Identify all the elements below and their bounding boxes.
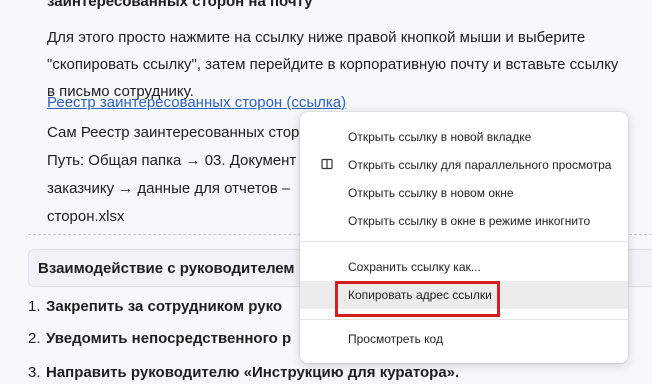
stakeholder-register-link[interactable]: Реестр заинтересованных сторон (ссылка) bbox=[47, 94, 346, 111]
text-line: Сам Реестр заинтересованных стор bbox=[47, 124, 300, 141]
list-item: 3. Направить руководителю «Инструкцию для… bbox=[28, 364, 459, 381]
section-title: Взаимодействие с руководителем bbox=[38, 260, 295, 277]
menu-item-label: Просмотреть код bbox=[348, 332, 443, 346]
menu-item-inspect[interactable]: Просмотреть код bbox=[300, 325, 628, 353]
split-view-icon bbox=[321, 158, 333, 170]
menu-item-label: Открыть ссылку для параллельного просмот… bbox=[348, 158, 612, 172]
paragraph-line: "скопировать ссылку", затем перейдите в … bbox=[47, 56, 619, 73]
menu-item-open-new-window[interactable]: Открыть ссылку в новом окне bbox=[300, 179, 628, 207]
menu-item-label: Сохранить ссылку как... bbox=[348, 260, 481, 274]
list-text: Закрепить за сотрудником руко bbox=[46, 298, 283, 315]
menu-item-open-incognito[interactable]: Открыть ссылку в окне в режиме инкогнито bbox=[300, 207, 628, 235]
list-item: 1. Закрепить за сотрудником руко bbox=[28, 298, 282, 315]
text-line: заказчику → данные для отчетов – bbox=[47, 180, 291, 197]
menu-item-save-link-as[interactable]: Сохранить ссылку как... bbox=[300, 253, 628, 281]
section-heading: заинтересованных сторон на почту bbox=[47, 0, 313, 10]
text-line: Путь: Общая папка → 03. Документ bbox=[47, 152, 297, 169]
list-number: 1. bbox=[28, 298, 41, 315]
link-context-menu: Открыть ссылку в новой вкладке Открыть с… bbox=[300, 112, 628, 363]
list-number: 2. bbox=[28, 330, 41, 347]
menu-item-label: Открыть ссылку в новом окне bbox=[348, 186, 514, 200]
list-number: 3. bbox=[28, 364, 41, 381]
menu-separator bbox=[300, 319, 628, 320]
text-line: сторон.xlsx bbox=[47, 208, 125, 225]
menu-item-open-new-tab[interactable]: Открыть ссылку в новой вкладке bbox=[300, 123, 628, 151]
menu-item-label: Открыть ссылку в новой вкладке bbox=[348, 130, 532, 144]
menu-item-open-split-view[interactable]: Открыть ссылку для параллельного просмот… bbox=[300, 151, 628, 179]
list-text: Направить руководителю «Инструкцию для к… bbox=[46, 364, 460, 381]
highlight-annotation-box bbox=[335, 281, 500, 317]
register-path-text: Сам Реестр заинтересованных стор Путь: О… bbox=[47, 119, 299, 231]
instruction-paragraph: Для этого просто нажмите на ссылку ниже … bbox=[47, 24, 647, 105]
menu-separator bbox=[300, 241, 628, 242]
list-text: Уведомить непосредственного р bbox=[46, 330, 292, 347]
paragraph-line: Для этого просто нажмите на ссылку ниже … bbox=[47, 29, 586, 46]
menu-item-label: Открыть ссылку в окне в режиме инкогнито bbox=[348, 214, 591, 228]
list-item: 2. Уведомить непосредственного р bbox=[28, 330, 291, 347]
